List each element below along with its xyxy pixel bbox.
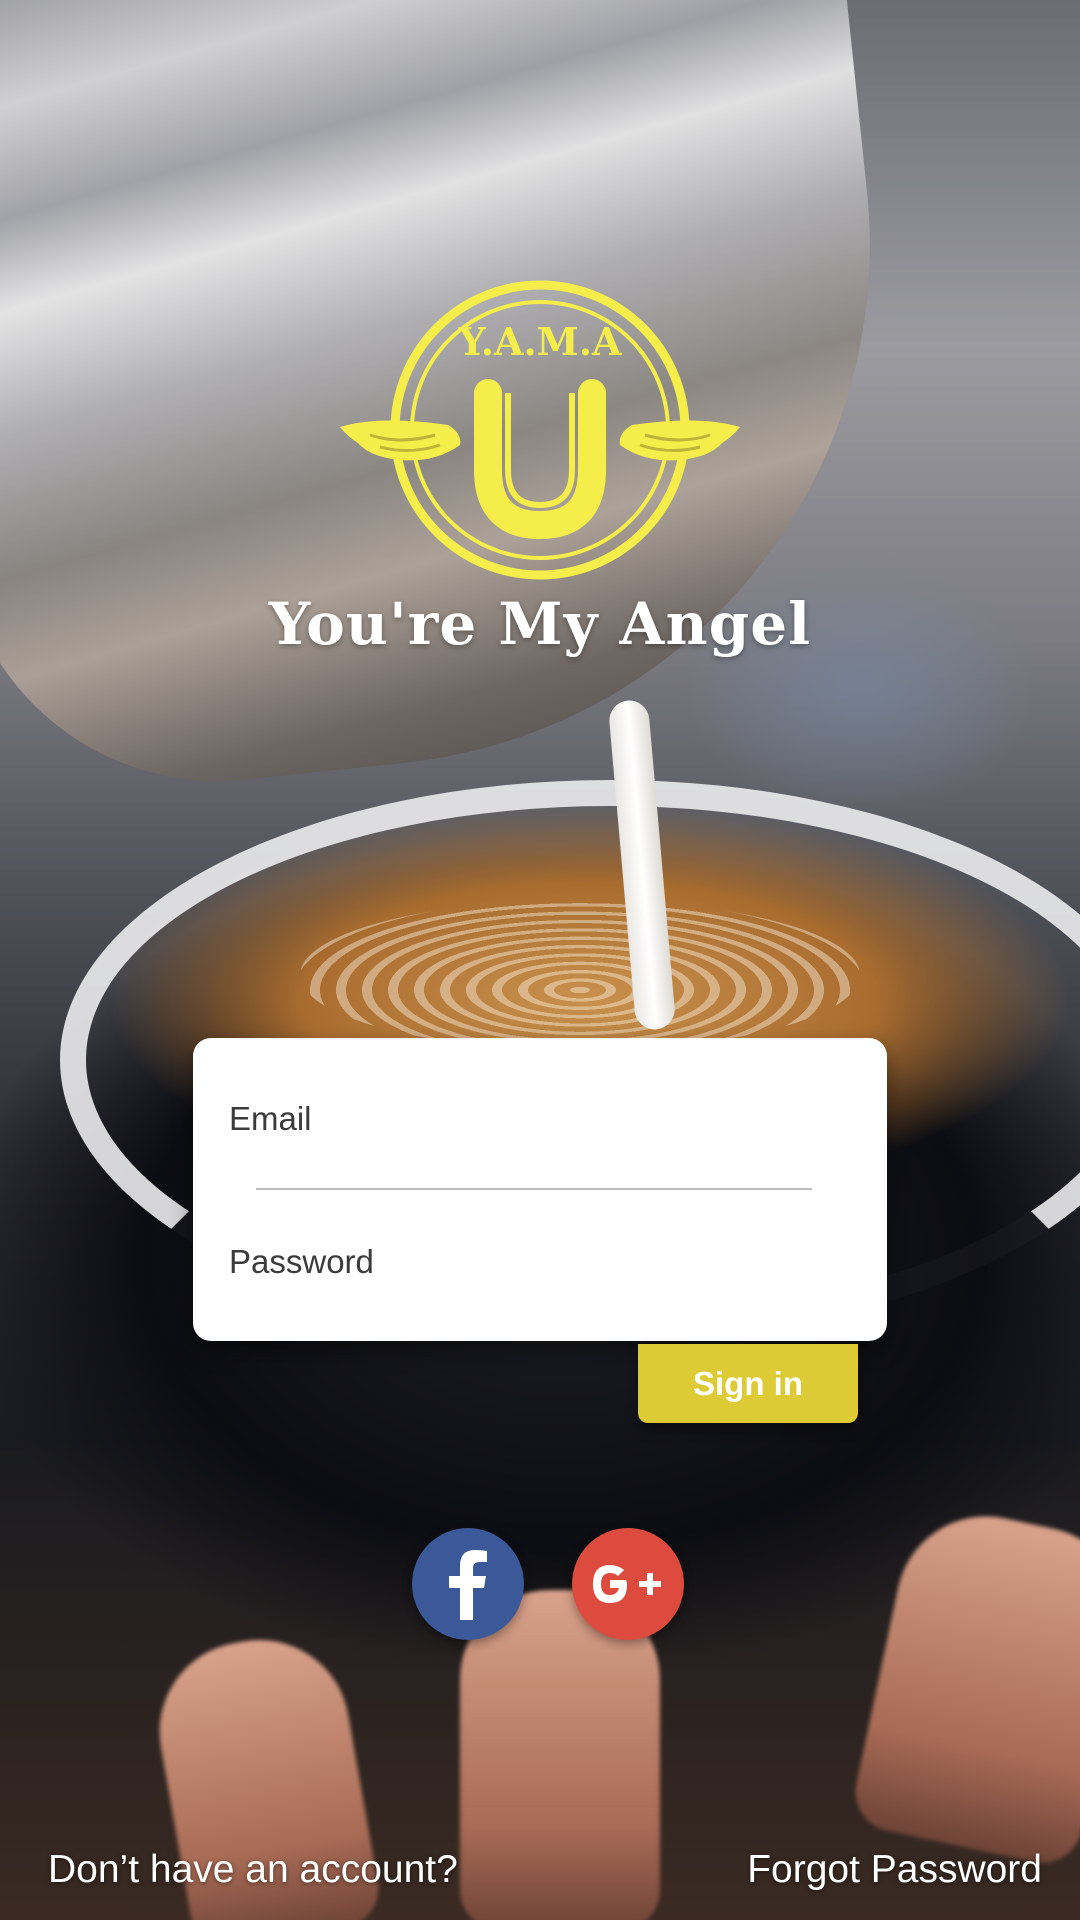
password-field[interactable]: Password	[229, 1243, 374, 1281]
signup-link[interactable]: Don’t have an account?	[48, 1848, 458, 1892]
login-form: Email Password	[193, 1038, 887, 1341]
facebook-login-button[interactable]	[412, 1528, 524, 1640]
facebook-icon	[449, 1550, 487, 1620]
background-finger	[848, 1499, 1080, 1871]
email-field[interactable]: Email	[229, 1100, 312, 1138]
logo-text: Y.A.M.A	[458, 319, 622, 364]
background-latte-art	[300, 900, 860, 1050]
forgot-password-link[interactable]: Forgot Password	[747, 1848, 1042, 1892]
sign-in-button[interactable]: Sign in	[638, 1344, 858, 1423]
google-plus-icon	[593, 1565, 661, 1603]
brand-name: You're My Angel	[268, 590, 812, 658]
brand-logo: Y.A.M.A	[340, 275, 740, 585]
angel-wings-logo-icon: Y.A.M.A	[340, 280, 740, 580]
field-divider	[256, 1188, 812, 1190]
google-plus-login-button[interactable]	[572, 1528, 684, 1640]
login-screen: Y.A.M.A You're My Angel Email Password S…	[0, 0, 1080, 1920]
